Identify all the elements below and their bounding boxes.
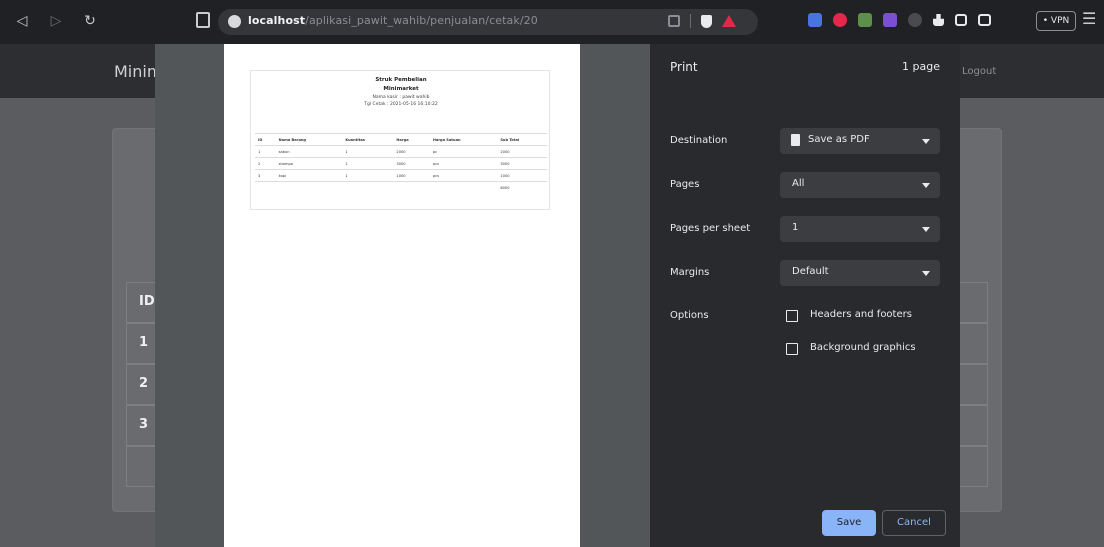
site-info-icon[interactable]: [228, 15, 241, 28]
pages-per-sheet-value: 1: [792, 222, 799, 233]
table-row: 2 shampo 1 3000 pcs 3000: [255, 157, 547, 170]
destination-select[interactable]: Save as PDF: [780, 128, 940, 154]
headers-footers-label[interactable]: Headers and footers: [810, 309, 912, 320]
pages-select[interactable]: All: [780, 172, 940, 198]
margins-label: Margins: [670, 267, 710, 278]
pages-per-sheet-select[interactable]: 1: [780, 216, 940, 242]
print-title: Print: [670, 60, 698, 74]
chevron-down-icon: [922, 139, 930, 144]
destination-label: Destination: [670, 135, 728, 146]
pages-label: Pages: [670, 179, 700, 190]
puzzle-extensions-icon[interactable]: [933, 14, 944, 26]
extension-icon[interactable]: [808, 13, 822, 27]
sidebar-icon[interactable]: [955, 14, 967, 26]
bookmark-icon[interactable]: [196, 12, 210, 28]
chevron-down-icon: [922, 183, 930, 188]
print-settings-panel: Print 1 page Destination Save as PDF Pag…: [650, 44, 960, 547]
margins-value: Default: [792, 266, 829, 277]
receipt-table: ID Nama Barang Kuantitas Harga Harga Sat…: [255, 133, 547, 194]
table-row: 3 kopi 1 1000 pcs 1000: [255, 169, 547, 182]
nav-buttons: ◁ ▷ ↻: [14, 13, 98, 29]
save-button[interactable]: Save: [822, 510, 876, 536]
extension-icon[interactable]: [908, 13, 922, 27]
chevron-down-icon: [922, 271, 930, 276]
pages-per-sheet-label: Pages per sheet: [670, 223, 751, 234]
chevron-down-icon: [922, 227, 930, 232]
extension-icon[interactable]: [883, 13, 897, 27]
options-label: Options: [670, 310, 709, 321]
background-graphics-checkbox[interactable]: [786, 343, 798, 355]
receipt-preview: Struk Pembelian Minimarket Nama kasir : …: [250, 70, 550, 210]
vpn-button[interactable]: • VPN: [1036, 11, 1076, 31]
pages-value: All: [792, 178, 805, 189]
table-row-total: 6000: [255, 181, 547, 194]
brave-shield-icon[interactable]: [701, 14, 712, 28]
extension-icon[interactable]: [833, 13, 847, 27]
browser-toolbar: ◁ ▷ ↻ localhost/aplikasi_pawit_wahib/pen…: [0, 0, 1104, 44]
share-icon[interactable]: [668, 15, 680, 27]
receipt-table-header: ID Nama Barang Kuantitas Harga Harga Sat…: [255, 133, 547, 146]
address-bar-actions: [668, 14, 736, 28]
brave-rewards-icon[interactable]: [722, 15, 736, 27]
destination-value: Save as PDF: [808, 134, 870, 145]
margins-select[interactable]: Default: [780, 260, 940, 286]
page-nav-logout: Logout: [962, 66, 997, 77]
headers-footers-checkbox[interactable]: [786, 310, 798, 322]
receipt-date: Tgl Cetak : 2021-05-16 16:10:22: [364, 102, 438, 107]
document-icon: [791, 134, 800, 146]
receipt-title: Struk Pembelian: [375, 77, 427, 83]
table-row: 1 sabun 1 2000 pc 2000: [255, 145, 547, 158]
receipt-store: Minimarket: [383, 86, 419, 92]
forward-icon[interactable]: ▷: [48, 13, 64, 29]
back-icon[interactable]: ◁: [14, 13, 30, 29]
reload-icon[interactable]: ↻: [82, 13, 98, 29]
cancel-button[interactable]: Cancel: [882, 510, 946, 536]
page-count: 1 page: [902, 60, 940, 73]
url-text[interactable]: localhost/aplikasi_pawit_wahib/penjualan…: [248, 14, 538, 27]
menu-icon[interactable]: ☰: [1082, 9, 1096, 28]
extension-icon[interactable]: [858, 13, 872, 27]
wallet-icon[interactable]: [978, 14, 991, 26]
background-graphics-label[interactable]: Background graphics: [810, 342, 916, 353]
extension-icons: [808, 13, 991, 27]
receipt-cashier: Nama kasir : pawit wahib: [372, 95, 430, 100]
divider: [690, 14, 691, 28]
